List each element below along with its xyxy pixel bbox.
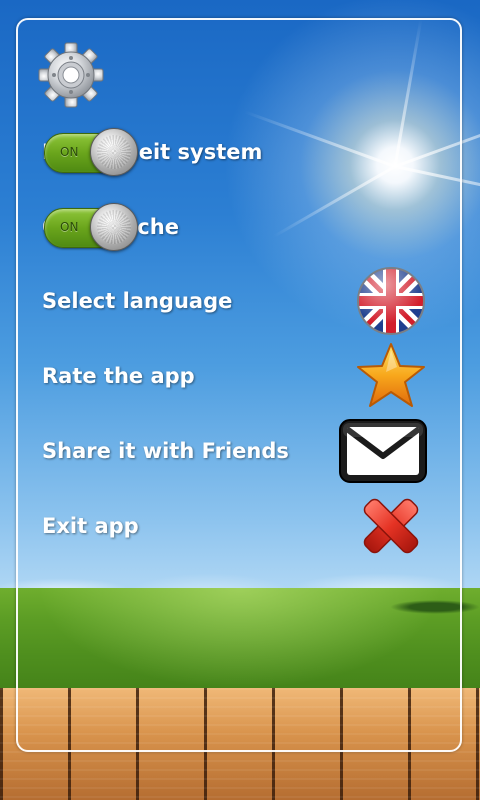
- setting-label: Rate the app: [42, 364, 195, 388]
- setting-row-clear-cache[interactable]: Clear cache ON: [42, 197, 442, 257]
- toggle-knob[interactable]: [90, 128, 138, 176]
- toggle-knob[interactable]: [90, 203, 138, 251]
- settings-screen: Fahrenheit system ON Clear cache ON Sele…: [0, 0, 480, 800]
- star-icon[interactable]: [356, 342, 426, 410]
- clear-cache-toggle[interactable]: ON: [42, 203, 138, 251]
- toggle-on-text: ON: [60, 145, 79, 159]
- fahrenheit-toggle[interactable]: ON: [42, 128, 138, 176]
- setting-row-exit[interactable]: Exit app: [42, 496, 442, 556]
- setting-label: Select language: [42, 289, 233, 313]
- setting-label: Exit app: [42, 514, 139, 538]
- uk-flag-icon[interactable]: [356, 266, 426, 336]
- setting-row-fahrenheit[interactable]: Fahrenheit system ON: [42, 122, 442, 182]
- envelope-icon[interactable]: [338, 418, 428, 484]
- setting-row-share[interactable]: Share it with Friends: [42, 418, 442, 484]
- setting-label: Share it with Friends: [42, 439, 289, 463]
- setting-row-rate[interactable]: Rate the app: [42, 343, 442, 407]
- gear-icon: [38, 42, 104, 108]
- setting-row-language[interactable]: Select language: [42, 267, 442, 335]
- toggle-on-text: ON: [60, 220, 79, 234]
- close-icon[interactable]: [358, 493, 424, 559]
